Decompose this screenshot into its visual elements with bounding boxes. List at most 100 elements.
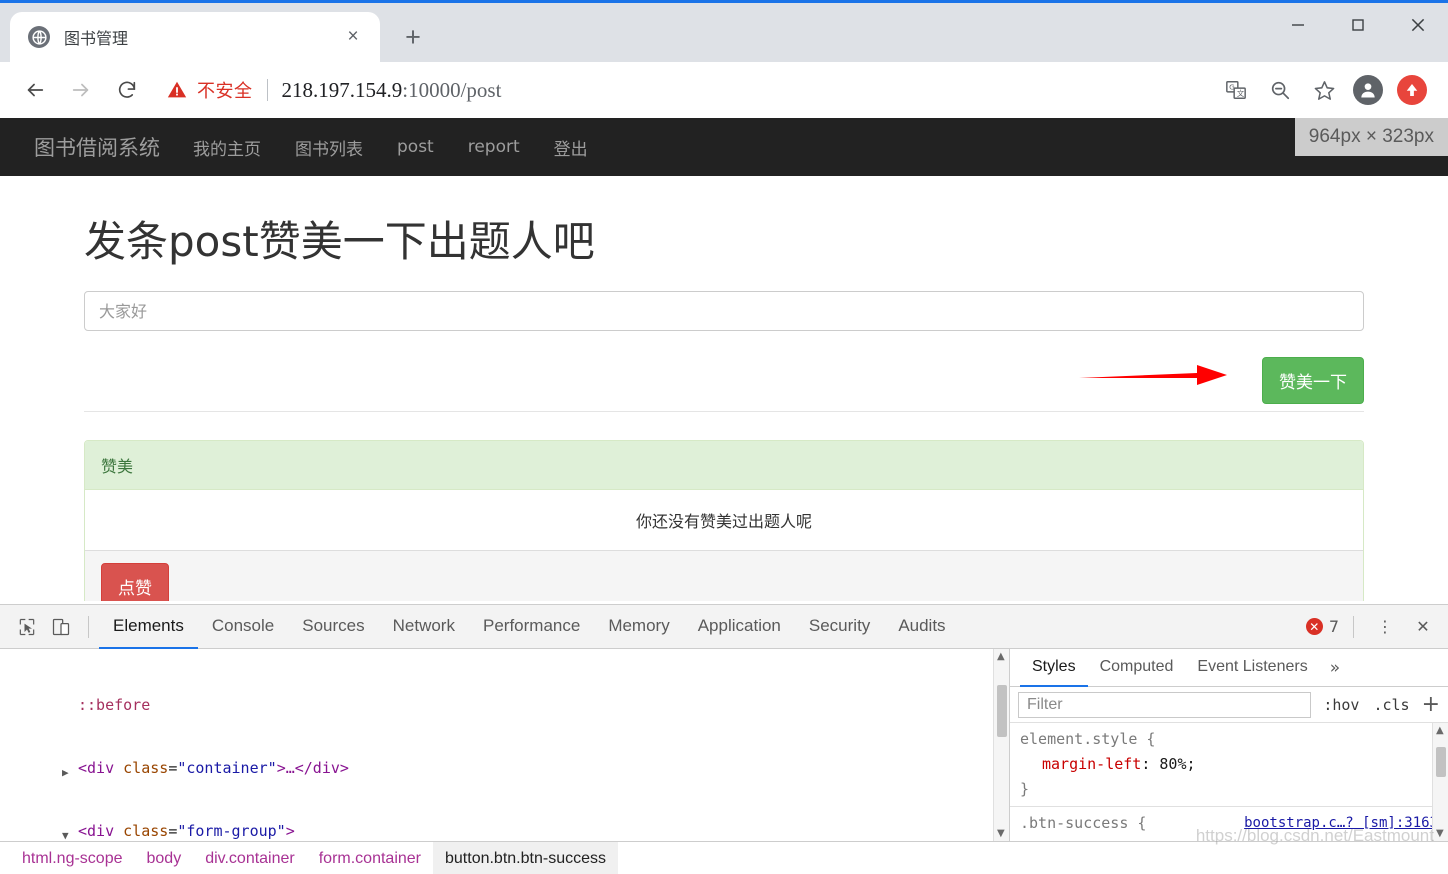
page-viewport: 图书借阅系统 我的主页 图书列表 post report 登出 964px × … <box>0 118 1448 601</box>
error-count-badge[interactable]: ✕ 7 <box>1305 617 1339 636</box>
devtools-body: ::before ▶ <div class="container">…</div>… <box>0 649 1448 841</box>
browser-titlebar: 图书管理 × + <box>0 0 1448 62</box>
post-input[interactable] <box>84 291 1364 331</box>
tab-sources[interactable]: Sources <box>288 605 378 649</box>
navbar-brand[interactable]: 图书借阅系统 <box>18 132 176 162</box>
back-button[interactable] <box>14 69 56 111</box>
nav-link-home[interactable]: 我的主页 <box>176 135 278 160</box>
tab-security[interactable]: Security <box>795 605 884 649</box>
styles-scroll-up-icon[interactable]: ▲ <box>1436 725 1444 736</box>
tab-audits[interactable]: Audits <box>884 605 959 649</box>
nav-link-logout[interactable]: 登出 <box>537 135 605 160</box>
update-icon[interactable] <box>1394 72 1430 108</box>
translate-icon[interactable]: G 文 <box>1218 72 1254 108</box>
submit-row: 赞美一下 <box>84 349 1364 411</box>
dom-scroll-thumb[interactable] <box>997 685 1007 737</box>
breadcrumb-form-container[interactable]: form.container <box>307 842 433 874</box>
styles-filter-bar: :hov .cls + <box>1010 687 1448 723</box>
tab-title: 图书管理 <box>64 31 129 48</box>
inspect-cursor-icon[interactable] <box>10 610 44 644</box>
tab-performance[interactable]: Performance <box>469 605 594 649</box>
profile-avatar[interactable] <box>1350 72 1386 108</box>
maximize-button[interactable] <box>1328 3 1388 47</box>
dom-line-formgroup[interactable]: ▼ <div class="form-group"> <box>0 821 1009 841</box>
new-tab-button[interactable]: + <box>392 16 434 58</box>
dom-breadcrumb: html.ng-scope body div.container form.co… <box>0 841 1448 874</box>
devtools-divider <box>88 615 89 638</box>
dom-tree-code: ::before ▶ <div class="container">…</div>… <box>0 649 1009 841</box>
like-button[interactable]: 点赞 <box>101 563 169 601</box>
collapse-triangle-icon[interactable]: ▼ <box>62 825 69 841</box>
css-source-link[interactable]: bootstrap.c…? [sm]:3163 <box>1244 811 1438 836</box>
address-bar[interactable]: 不安全 218.197.154.9:10000/post <box>166 71 1204 109</box>
tab-styles[interactable]: Styles <box>1020 649 1088 687</box>
tab-elements[interactable]: Elements <box>99 605 198 649</box>
globe-icon <box>28 26 50 48</box>
svg-text:文: 文 <box>1237 89 1245 98</box>
dom-line-container[interactable]: ▶ <div class="container">…</div> <box>0 758 1009 779</box>
styles-scrollbar[interactable]: ▲ ▼ <box>1432 723 1448 841</box>
css-selector-row: bootstrap.c…? [sm]:3163 .btn-success { <box>1020 811 1438 836</box>
browser-tab[interactable]: 图书管理 × <box>10 12 380 62</box>
devtools-panel: Elements Console Sources Network Perform… <box>0 604 1448 874</box>
devtools-menu-icon[interactable]: ⋮ <box>1368 610 1402 644</box>
css-rule-element-style[interactable]: element.style { margin-left: 80%; } <box>1010 723 1448 806</box>
dom-tree-pane[interactable]: ::before ▶ <div class="container">…</div>… <box>0 649 1010 841</box>
styles-scroll-thumb[interactable] <box>1436 747 1446 777</box>
close-button[interactable] <box>1388 3 1448 47</box>
devtools-close-icon[interactable]: ✕ <box>1406 610 1440 644</box>
styles-scroll-down-icon[interactable]: ▼ <box>1436 828 1444 839</box>
zoom-out-icon[interactable] <box>1262 72 1298 108</box>
submit-button[interactable]: 赞美一下 <box>1262 357 1364 404</box>
tab-console[interactable]: Console <box>198 605 288 649</box>
browser-toolbar: 不安全 218.197.154.9:10000/post G 文 <box>0 62 1448 118</box>
address-divider <box>266 79 268 101</box>
devtools-tabbar: Elements Console Sources Network Perform… <box>0 605 1448 649</box>
scroll-up-icon[interactable]: ▲ <box>997 651 1005 662</box>
tab-event-listeners[interactable]: Event Listeners <box>1185 649 1319 687</box>
cls-toggle[interactable]: .cls <box>1371 696 1411 714</box>
nav-link-post[interactable]: post <box>380 137 451 157</box>
praise-panel: 赞美 你还没有赞美过出题人呢 点赞 <box>84 440 1364 601</box>
css-declaration-color[interactable]: color: #fff; <box>1020 836 1438 841</box>
warning-triangle-icon <box>166 79 188 101</box>
styles-more-icon[interactable]: » <box>1320 658 1350 678</box>
error-icon: ✕ <box>1305 618 1323 635</box>
breadcrumb-button[interactable]: button.btn.btn-success <box>433 841 618 874</box>
url-path: :10000/post <box>402 77 502 102</box>
expand-triangle-icon[interactable]: ▶ <box>62 762 69 783</box>
address-url: 218.197.154.9:10000/post <box>282 78 502 103</box>
panel-heading: 赞美 <box>85 441 1363 490</box>
tab-computed[interactable]: Computed <box>1088 649 1186 687</box>
not-secure-label: 不安全 <box>197 81 253 101</box>
tab-close-icon[interactable]: × <box>340 24 366 50</box>
breadcrumb-div-container[interactable]: div.container <box>193 842 307 874</box>
dom-scrollbar[interactable]: ▲ ▼ <box>993 649 1009 841</box>
bookmark-star-icon[interactable] <box>1306 72 1342 108</box>
content-divider <box>84 411 1364 412</box>
device-toolbar-icon[interactable] <box>44 610 78 644</box>
dom-line-pseudo[interactable]: ::before <box>0 695 1009 716</box>
forward-button[interactable] <box>60 69 102 111</box>
tab-application[interactable]: Application <box>684 605 795 649</box>
styles-filter-input[interactable] <box>1018 691 1312 718</box>
new-style-rule-button[interactable]: + <box>1422 693 1440 716</box>
hov-toggle[interactable]: :hov <box>1321 696 1361 714</box>
page-title: 发条post赞美一下出题人吧 <box>84 217 595 266</box>
css-rule-close: } <box>1020 780 1030 798</box>
window-controls <box>1268 3 1448 47</box>
css-declaration[interactable]: margin-left: 80%; <box>1020 752 1438 777</box>
tab-network[interactable]: Network <box>379 605 469 649</box>
nav-link-booklist[interactable]: 图书列表 <box>278 135 380 160</box>
minimize-button[interactable] <box>1268 3 1328 47</box>
page-container: 发条post赞美一下出题人吧 赞美一下 赞美 你还没有赞美过出题人呢 点赞 <box>0 208 1448 601</box>
scroll-down-icon[interactable]: ▼ <box>997 828 1005 839</box>
css-rule-btn-success[interactable]: bootstrap.c…? [sm]:3163 .btn-success { c… <box>1010 806 1448 841</box>
panel-body-text: 你还没有赞美过出题人呢 <box>85 490 1363 550</box>
error-count: 7 <box>1328 617 1339 636</box>
breadcrumb-body[interactable]: body <box>135 842 194 874</box>
nav-link-report[interactable]: report <box>451 137 537 157</box>
reload-button[interactable] <box>106 69 148 111</box>
tab-memory[interactable]: Memory <box>594 605 683 649</box>
breadcrumb-html[interactable]: html.ng-scope <box>10 842 135 874</box>
